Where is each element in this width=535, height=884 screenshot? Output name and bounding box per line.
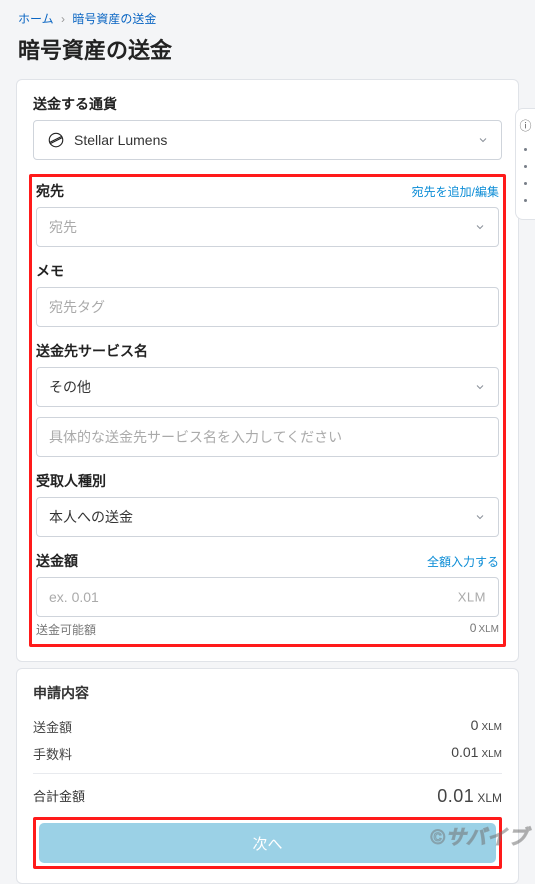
summary-row-amount: 送金額 0XLM bbox=[33, 717, 502, 736]
currency-label: 送金する通貨 bbox=[33, 94, 117, 114]
dot-icon bbox=[524, 199, 527, 202]
memo-label: メモ bbox=[36, 261, 64, 281]
next-button[interactable]: 次へ bbox=[39, 823, 496, 863]
breadcrumb-home[interactable]: ホーム bbox=[18, 12, 54, 26]
breadcrumb: ホーム › 暗号資産の送金 bbox=[0, 0, 535, 33]
amount-input[interactable]: ex. 0.01 XLM bbox=[36, 577, 499, 617]
chevron-down-icon bbox=[477, 134, 489, 146]
summary-row-total: 合計金額 0.01XLM bbox=[33, 786, 502, 807]
service-detail-input[interactable]: 具体的な送金先サービス名を入力してください bbox=[36, 417, 499, 457]
summary-row-fee: 手数料 0.01XLM bbox=[33, 744, 502, 763]
memo-placeholder: 宛先タグ bbox=[49, 297, 105, 317]
chevron-right-icon: › bbox=[61, 12, 65, 26]
recipient-type-label: 受取人種別 bbox=[36, 471, 106, 491]
currency-select[interactable]: Stellar Lumens bbox=[33, 120, 502, 160]
chevron-down-icon bbox=[474, 221, 486, 233]
available-value: 0XLM bbox=[470, 621, 499, 638]
edit-destination-link[interactable]: 宛先を追加/編集 bbox=[412, 183, 499, 200]
chevron-down-icon bbox=[474, 381, 486, 393]
memo-input[interactable]: 宛先タグ bbox=[36, 287, 499, 327]
destination-label: 宛先 bbox=[36, 181, 64, 201]
currency-field: 送金する通貨 Stellar Lumens bbox=[33, 94, 502, 160]
amount-suffix: XLM bbox=[458, 590, 486, 605]
summary-card: 申請内容 送金額 0XLM 手数料 0.01XLM 合計金額 0.01XLM 次… bbox=[16, 668, 519, 884]
dot-icon bbox=[524, 182, 527, 185]
amount-label: 送金額 bbox=[36, 551, 78, 571]
amount-placeholder: ex. 0.01 bbox=[49, 589, 99, 605]
dot-icon bbox=[524, 165, 527, 168]
watermark: ©サバイブ bbox=[430, 821, 529, 850]
recipient-type-select[interactable]: 本人への送金 bbox=[36, 497, 499, 537]
summary-title: 申請内容 bbox=[33, 683, 502, 703]
highlighted-region: 宛先 宛先を追加/編集 宛先 メモ 宛先タグ 送金先サービス名 bbox=[29, 174, 506, 647]
destination-placeholder: 宛先 bbox=[49, 217, 77, 237]
service-select[interactable]: その他 bbox=[36, 367, 499, 407]
stellar-icon bbox=[46, 130, 66, 150]
recipient-type-value: 本人への送金 bbox=[49, 507, 133, 527]
page-title: 暗号資産の送金 bbox=[0, 33, 535, 79]
chevron-down-icon bbox=[474, 511, 486, 523]
available-label: 送金可能額 bbox=[36, 621, 96, 638]
amount-field: 送金額 全額入力する ex. 0.01 XLM 送金可能額 0XLM bbox=[36, 551, 499, 638]
destination-select[interactable]: 宛先 bbox=[36, 207, 499, 247]
send-form-card: 送金する通貨 Stellar Lumens 宛先 宛先を追加/編集 bbox=[16, 79, 519, 662]
recipient-type-field: 受取人種別 本人への送金 bbox=[36, 471, 499, 537]
fill-max-link[interactable]: 全額入力する bbox=[427, 553, 499, 570]
dot-icon bbox=[524, 148, 527, 151]
info-icon: ⓘ bbox=[519, 117, 531, 134]
side-tab[interactable]: ⓘ bbox=[515, 108, 535, 220]
service-detail-placeholder: 具体的な送金先サービス名を入力してください bbox=[49, 427, 342, 447]
service-label: 送金先サービス名 bbox=[36, 341, 148, 361]
breadcrumb-current[interactable]: 暗号資産の送金 bbox=[72, 12, 156, 26]
service-value: その他 bbox=[49, 377, 91, 397]
destination-field: 宛先 宛先を追加/編集 宛先 bbox=[36, 181, 499, 247]
currency-value: Stellar Lumens bbox=[74, 132, 167, 148]
service-field: 送金先サービス名 その他 具体的な送金先サービス名を入力してください bbox=[36, 341, 499, 457]
memo-field: メモ 宛先タグ bbox=[36, 261, 499, 327]
divider bbox=[33, 773, 502, 774]
